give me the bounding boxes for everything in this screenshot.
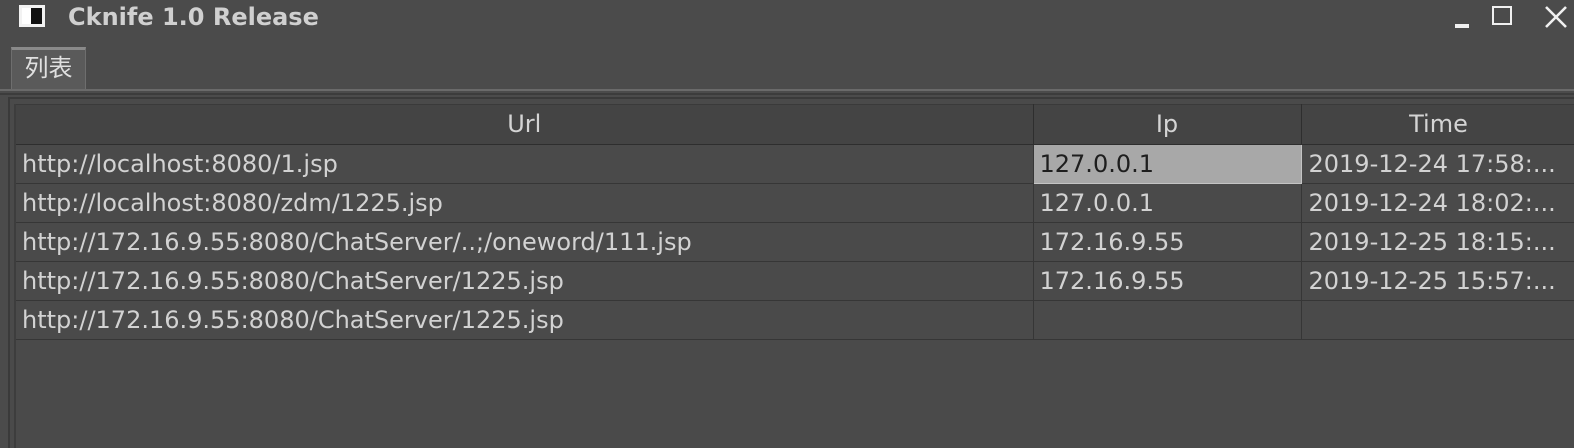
title-bar[interactable]: Cknife 1.0 Release xyxy=(0,0,1574,36)
column-header-time[interactable]: Time xyxy=(1301,104,1574,145)
app-window: Cknife 1.0 Release 列表 Url Ip Time http:/… xyxy=(0,0,1574,448)
minimize-icon xyxy=(1455,24,1469,28)
cell-ip[interactable]: 127.0.0.1 xyxy=(1033,183,1302,223)
cell-time[interactable]: 2019-12-25 15:57:... xyxy=(1301,261,1574,301)
cell-time[interactable] xyxy=(1301,300,1574,340)
cell-url[interactable]: http://localhost:8080/1.jsp xyxy=(16,144,1034,184)
window-title: Cknife 1.0 Release xyxy=(68,3,319,31)
tab-list[interactable]: 列表 xyxy=(11,47,86,89)
close-icon xyxy=(1545,6,1567,28)
cell-ip[interactable] xyxy=(1033,300,1302,340)
tab-strip: 列表 xyxy=(0,36,1574,90)
close-button[interactable] xyxy=(1542,4,1568,30)
table-header-row: Url Ip Time xyxy=(16,104,1574,145)
tab-divider-shadow xyxy=(0,93,1574,95)
cell-url[interactable]: http://172.16.9.55:8080/ChatServer/1225.… xyxy=(16,261,1034,301)
tab-divider xyxy=(0,89,1574,91)
maximize-icon xyxy=(1492,6,1512,25)
maximize-button[interactable] xyxy=(1489,4,1515,30)
table-row[interactable]: http://localhost:8080/1.jsp 127.0.0.1 20… xyxy=(16,144,1574,184)
column-header-url[interactable]: Url xyxy=(16,104,1034,145)
table-row[interactable]: http://172.16.9.55:8080/ChatServer/..;/o… xyxy=(16,222,1574,262)
cell-time[interactable]: 2019-12-24 18:02:... xyxy=(1301,183,1574,223)
cell-url[interactable]: http://localhost:8080/zdm/1225.jsp xyxy=(16,183,1034,223)
table-row[interactable]: http://172.16.9.55:8080/ChatServer/1225.… xyxy=(16,300,1574,340)
cell-url[interactable]: http://172.16.9.55:8080/ChatServer/1225.… xyxy=(16,300,1034,340)
minimize-button[interactable] xyxy=(1450,4,1476,30)
shell-list-table[interactable]: Url Ip Time http://localhost:8080/1.jsp … xyxy=(16,104,1574,340)
cell-ip[interactable]: 127.0.0.1 xyxy=(1032,144,1302,184)
cell-ip[interactable]: 172.16.9.55 xyxy=(1033,261,1302,301)
cell-time[interactable]: 2019-12-25 18:15:... xyxy=(1301,222,1574,262)
table-row[interactable]: http://localhost:8080/zdm/1225.jsp 127.0… xyxy=(16,183,1574,223)
cell-time[interactable]: 2019-12-24 17:58:... xyxy=(1301,144,1574,184)
column-header-ip[interactable]: Ip xyxy=(1033,104,1302,145)
app-icon xyxy=(19,5,45,27)
cell-ip[interactable]: 172.16.9.55 xyxy=(1033,222,1302,262)
table-row[interactable]: http://172.16.9.55:8080/ChatServer/1225.… xyxy=(16,261,1574,301)
cell-url[interactable]: http://172.16.9.55:8080/ChatServer/..;/o… xyxy=(16,222,1034,262)
